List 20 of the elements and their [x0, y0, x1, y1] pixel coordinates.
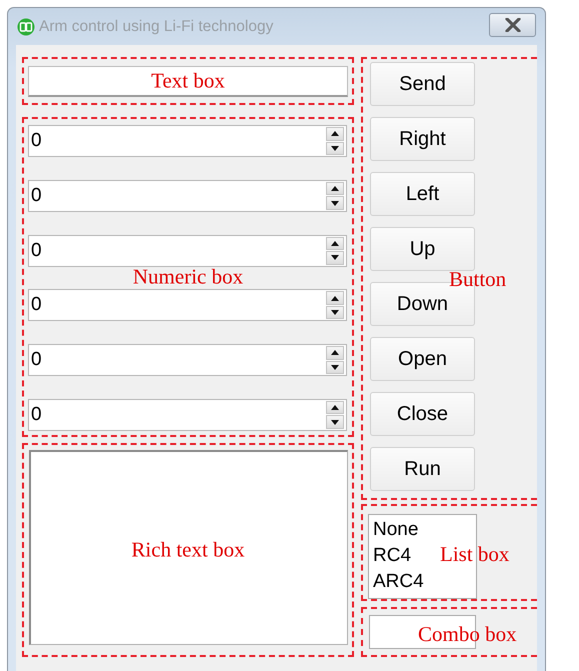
action-button[interactable]: Close: [370, 392, 475, 436]
annotation-label: Rich text box: [131, 540, 245, 560]
app-logo-icon: [17, 18, 35, 36]
list-item[interactable]: RC4: [373, 543, 412, 569]
close-icon: [504, 18, 522, 32]
window-title: Arm control using Li-Fi technology: [39, 18, 274, 36]
annotation-label: List box: [440, 544, 510, 565]
list-item[interactable]: None: [373, 517, 418, 543]
action-button[interactable]: Send: [370, 62, 475, 106]
action-button[interactable]: Open: [370, 337, 475, 381]
action-button[interactable]: Right: [370, 117, 475, 161]
action-button[interactable]: Up: [370, 227, 475, 271]
list-item[interactable]: ARC4: [373, 569, 424, 595]
annotation-label: Text box: [151, 70, 225, 92]
annotation-label: Combo box: [418, 624, 517, 645]
text-field[interactable]: [28, 66, 348, 97]
action-button[interactable]: Left: [370, 172, 475, 216]
close-button[interactable]: [489, 12, 536, 36]
action-button[interactable]: Run: [370, 447, 475, 491]
annotation-label: Numeric box: [132, 266, 244, 288]
